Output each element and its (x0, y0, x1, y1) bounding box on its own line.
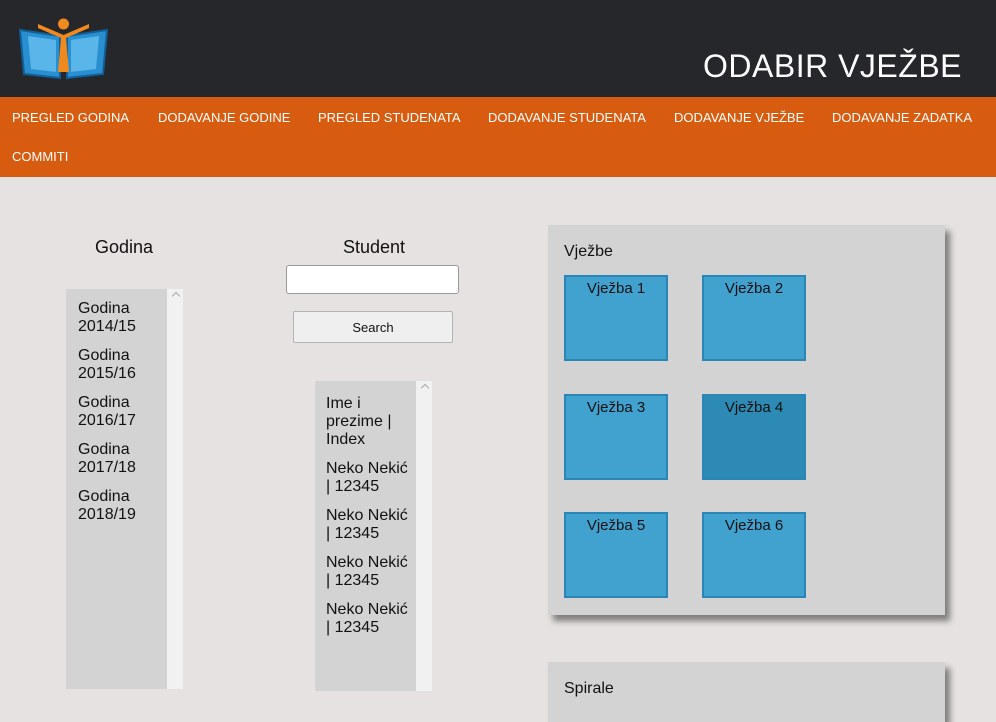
list-item-student[interactable]: Neko Nekić | 12345 (326, 554, 408, 590)
student-search-input[interactable] (286, 265, 459, 294)
list-item-godina[interactable]: Godina 2014/15 (78, 300, 136, 336)
search-button[interactable]: Search (293, 311, 453, 343)
vjezbe-title: Vježbe (564, 243, 613, 260)
nav-item-commiti[interactable]: COMMITI (12, 149, 68, 164)
nav-item-dodavanje-godine[interactable]: DODAVANJE GODINE (158, 110, 290, 125)
student-listbox[interactable]: Ime i prezime | Index Neko Nekić | 12345 Ne… (315, 381, 432, 691)
vjezba-tile[interactable]: Vježba 3 (564, 394, 668, 480)
vjezba-tile[interactable]: Vježba 5 (564, 512, 668, 598)
godina-scrollbar[interactable] (167, 289, 183, 689)
vjezba-tile-label: Vježba 3 (586, 399, 646, 416)
book-logo-icon[interactable] (16, 16, 111, 80)
list-item-godina[interactable]: Godina 2016/17 (78, 394, 136, 430)
nav-item-dodavanje-studenata[interactable]: DODAVANJE STUDENATA (488, 110, 646, 125)
vjezba-tile[interactable]: Vježba 1 (564, 275, 668, 361)
spirale-panel: Spirale (548, 662, 945, 722)
vjezba-tile-label: Vježba 5 (586, 517, 646, 534)
vjezba-tile[interactable]: Vježba 6 (702, 512, 806, 598)
list-item-student-header[interactable]: Ime i prezime | Index (326, 395, 408, 449)
student-scrollbar[interactable] (416, 381, 432, 691)
vjezba-tile-selected[interactable]: Vježba 4 (702, 394, 806, 480)
list-item-godina[interactable]: Godina 2015/16 (78, 347, 136, 383)
scroll-up-icon[interactable] (420, 383, 430, 393)
list-item-godina[interactable]: Godina 2017/18 (78, 441, 136, 477)
page-title: ODABIR VJEŽBE (703, 48, 962, 84)
nav-item-dodavanje-vjezbe[interactable]: DODAVANJE VJEŽBE (674, 110, 804, 125)
nav-item-dodavanje-zadatka[interactable]: DODAVANJE ZADATKA (832, 110, 972, 125)
nav-item-pregled-godina[interactable]: PREGLED GODINA (12, 110, 129, 125)
list-item-godina[interactable]: Godina 2018/19 (78, 488, 136, 524)
spirale-title: Spirale (564, 680, 614, 697)
godina-heading: Godina (94, 237, 154, 257)
vjezba-tile[interactable]: Vježba 2 (702, 275, 806, 361)
vjezba-tile-label: Vježba 4 (724, 399, 784, 416)
vjezbe-panel: Vježbe Vježba 1 Vježba 2 Vježba 3 Vježba… (548, 225, 945, 615)
nav-item-pregled-studenata[interactable]: PREGLED STUDENATA (318, 110, 461, 125)
header-bar: ODABIR VJEŽBE (0, 0, 996, 97)
scroll-up-icon[interactable] (171, 291, 181, 301)
vjezba-tile-label: Vježba 6 (724, 517, 784, 534)
list-item-student[interactable]: Neko Nekić | 12345 (326, 460, 408, 496)
vjezba-tile-label: Vježba 2 (724, 280, 784, 297)
vjezba-tile-label: Vježba 1 (586, 280, 646, 297)
main-nav: PREGLED GODINA DODAVANJE GODINE PREGLED … (0, 97, 996, 177)
godina-listbox[interactable]: Godina 2014/15 Godina 2015/16 Godina 2016/1… (66, 289, 183, 689)
list-item-student[interactable]: Neko Nekić | 12345 (326, 601, 408, 637)
student-heading: Student (342, 237, 406, 257)
list-item-student[interactable]: Neko Nekić | 12345 (326, 507, 408, 543)
